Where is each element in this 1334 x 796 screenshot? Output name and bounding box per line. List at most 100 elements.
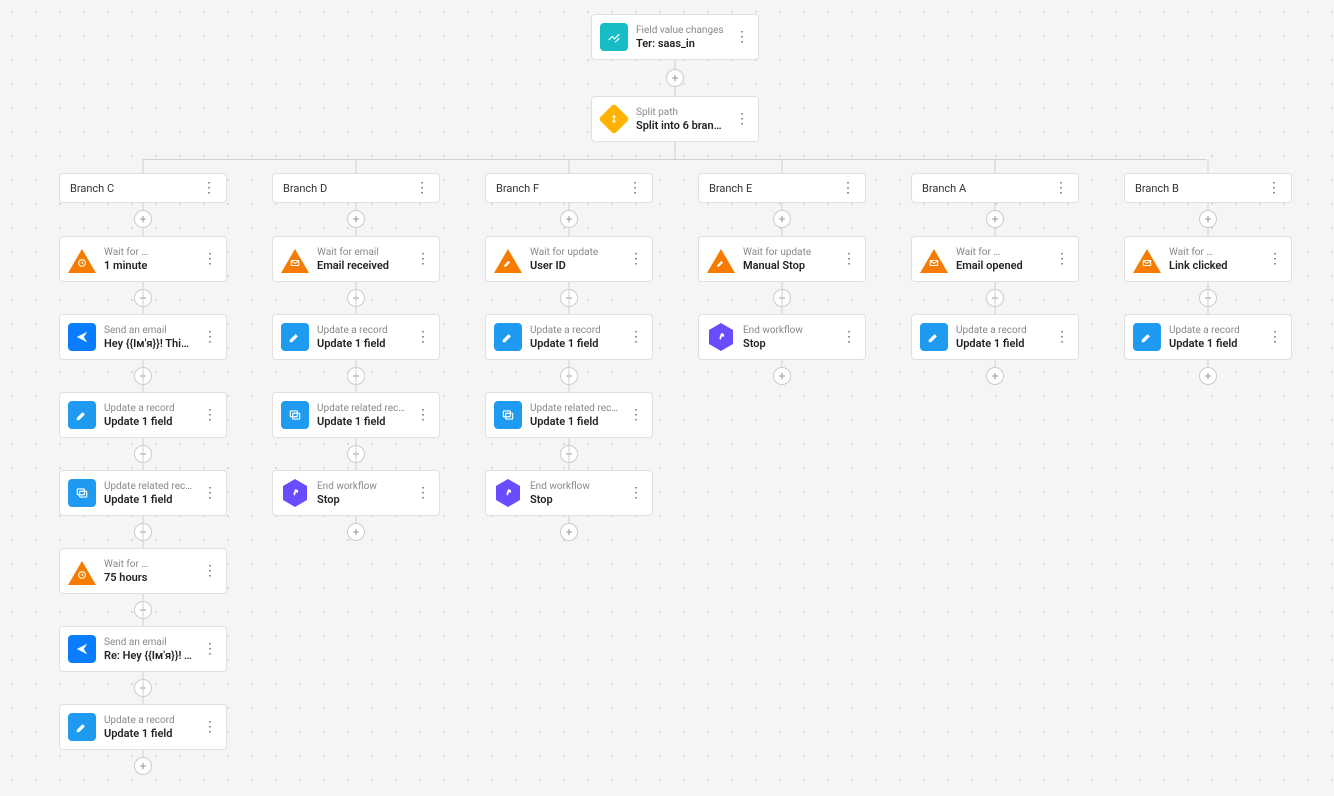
- branch-header[interactable]: Branch C⋮: [59, 173, 227, 203]
- step-subtitle: Update 1 field: [317, 337, 407, 350]
- add-step-button[interactable]: +: [986, 367, 1004, 385]
- menu-icon[interactable]: ⋮: [734, 26, 750, 48]
- add-step-button[interactable]: +: [560, 523, 578, 541]
- workflow-step[interactable]: Update a recordUpdate 1 field⋮: [911, 314, 1079, 360]
- wait-icon: [281, 245, 309, 273]
- menu-icon[interactable]: ⋮: [628, 404, 644, 426]
- add-step-button[interactable]: +: [347, 523, 365, 541]
- workflow-step[interactable]: Wait for …75 hours⋮: [59, 548, 227, 594]
- add-step-button[interactable]: +: [560, 210, 578, 228]
- step-subtitle: Stop: [530, 493, 620, 506]
- menu-icon[interactable]: ⋮: [202, 560, 218, 582]
- workflow-step[interactable]: End workflowStop⋮: [698, 314, 866, 360]
- workflow-step[interactable]: Wait for …Email opened ⋮: [911, 236, 1079, 282]
- branch-header[interactable]: Branch B⋮: [1124, 173, 1292, 203]
- trigger-title: Field value changes: [636, 25, 726, 36]
- pencil-icon: [68, 401, 96, 429]
- step-subtitle: Stop: [743, 337, 833, 350]
- step-title: Update a record: [956, 325, 1046, 336]
- menu-icon[interactable]: ⋮: [1054, 180, 1068, 196]
- pencil-icon: [1133, 323, 1161, 351]
- split-icon: [600, 105, 628, 133]
- menu-icon[interactable]: ⋮: [1054, 248, 1070, 270]
- menu-icon[interactable]: ⋮: [628, 180, 642, 196]
- branch-header[interactable]: Branch A ⋮: [911, 173, 1079, 203]
- workflow-step[interactable]: Wait for updateManual Stop⋮: [698, 236, 866, 282]
- workflow-step[interactable]: Send an emailHey {{Ім'я}}! This is t…⋮: [59, 314, 227, 360]
- step-title: Wait for …: [956, 247, 1046, 258]
- workflow-step[interactable]: Update a recordUpdate 1 field⋮: [1124, 314, 1292, 360]
- step-subtitle: Link clicked: [1169, 259, 1259, 272]
- wait-icon: [920, 245, 948, 273]
- step-subtitle: Update 1 field: [317, 415, 407, 428]
- step-title: Update related records: [104, 481, 194, 492]
- branch-header[interactable]: Branch F⋮: [485, 173, 653, 203]
- menu-icon[interactable]: ⋮: [628, 326, 644, 348]
- step-subtitle: Email opened: [956, 259, 1046, 272]
- step-title: Update a record: [530, 325, 620, 336]
- branch-header[interactable]: Branch D⋮: [272, 173, 440, 203]
- menu-icon[interactable]: ⋮: [415, 248, 431, 270]
- related-icon: [281, 401, 309, 429]
- menu-icon[interactable]: ⋮: [202, 404, 218, 426]
- workflow-step[interactable]: End workflowStop ⋮: [485, 470, 653, 516]
- step-subtitle: Update 1 field: [104, 415, 194, 428]
- trigger-node[interactable]: Field value changes Ter: saas_in ⋮: [591, 14, 759, 60]
- wait-icon: [68, 557, 96, 585]
- add-step-button[interactable]: +: [347, 210, 365, 228]
- step-title: End workflow: [530, 481, 620, 492]
- add-step-button[interactable]: +: [134, 757, 152, 775]
- add-step-button[interactable]: +: [773, 367, 791, 385]
- workflow-step[interactable]: Update a recordUpdate 1 field⋮: [485, 314, 653, 360]
- workflow-step[interactable]: Update related recordsUpdate 1 field ⋮: [272, 392, 440, 438]
- menu-icon[interactable]: ⋮: [202, 482, 218, 504]
- step-title: Update a record: [1169, 325, 1259, 336]
- menu-icon[interactable]: ⋮: [841, 180, 855, 196]
- menu-icon[interactable]: ⋮: [202, 638, 218, 660]
- add-step-button[interactable]: +: [1199, 367, 1217, 385]
- menu-icon[interactable]: ⋮: [1267, 248, 1283, 270]
- workflow-step[interactable]: Update related recordsUpdate 1 field⋮: [485, 392, 653, 438]
- branch-label: Branch A: [922, 182, 966, 195]
- menu-icon[interactable]: ⋮: [202, 180, 216, 196]
- stop-icon: [494, 479, 522, 507]
- workflow-step[interactable]: Wait for emailEmail received⋮: [272, 236, 440, 282]
- add-step-button[interactable]: +: [134, 210, 152, 228]
- workflow-step[interactable]: Update a recordUpdate 1 field⋮: [59, 704, 227, 750]
- wait-icon: [707, 245, 735, 273]
- branch-header[interactable]: Branch E ⋮: [698, 173, 866, 203]
- menu-icon[interactable]: ⋮: [202, 716, 218, 738]
- workflow-step[interactable]: Send an emailRe: Hey {{Ім'я}}! This …⋮: [59, 626, 227, 672]
- menu-icon[interactable]: ⋮: [1267, 326, 1283, 348]
- step-title: Update related records: [317, 403, 407, 414]
- menu-icon[interactable]: ⋮: [415, 326, 431, 348]
- add-step-button[interactable]: +: [666, 69, 684, 87]
- workflow-step[interactable]: Wait for …1 minute⋮: [59, 236, 227, 282]
- menu-icon[interactable]: ⋮: [415, 404, 431, 426]
- menu-icon[interactable]: ⋮: [415, 180, 429, 196]
- split-node[interactable]: Split path Split into 6 branches ⋮: [591, 96, 759, 142]
- step-subtitle: Stop: [317, 493, 407, 506]
- menu-icon[interactable]: ⋮: [415, 482, 431, 504]
- add-step-button[interactable]: +: [1199, 210, 1217, 228]
- branch-label: Branch E: [709, 182, 752, 195]
- workflow-step[interactable]: Wait for …Link clicked⋮: [1124, 236, 1292, 282]
- step-title: Send an email: [104, 637, 194, 648]
- add-step-button[interactable]: +: [986, 210, 1004, 228]
- menu-icon[interactable]: ⋮: [202, 248, 218, 270]
- workflow-step[interactable]: End workflowStop⋮: [272, 470, 440, 516]
- menu-icon[interactable]: ⋮: [841, 326, 857, 348]
- workflow-step[interactable]: Wait for updateUser ID⋮: [485, 236, 653, 282]
- workflow-step[interactable]: Update a recordUpdate 1 field⋮: [272, 314, 440, 360]
- menu-icon[interactable]: ⋮: [734, 108, 750, 130]
- menu-icon[interactable]: ⋮: [1054, 326, 1070, 348]
- menu-icon[interactable]: ⋮: [628, 482, 644, 504]
- step-title: Update a record: [104, 715, 194, 726]
- menu-icon[interactable]: ⋮: [628, 248, 644, 270]
- menu-icon[interactable]: ⋮: [202, 326, 218, 348]
- workflow-step[interactable]: Update a recordUpdate 1 field⋮: [59, 392, 227, 438]
- add-step-button[interactable]: +: [773, 210, 791, 228]
- menu-icon[interactable]: ⋮: [841, 248, 857, 270]
- workflow-step[interactable]: Update related recordsUpdate 1 field⋮: [59, 470, 227, 516]
- menu-icon[interactable]: ⋮: [1267, 180, 1281, 196]
